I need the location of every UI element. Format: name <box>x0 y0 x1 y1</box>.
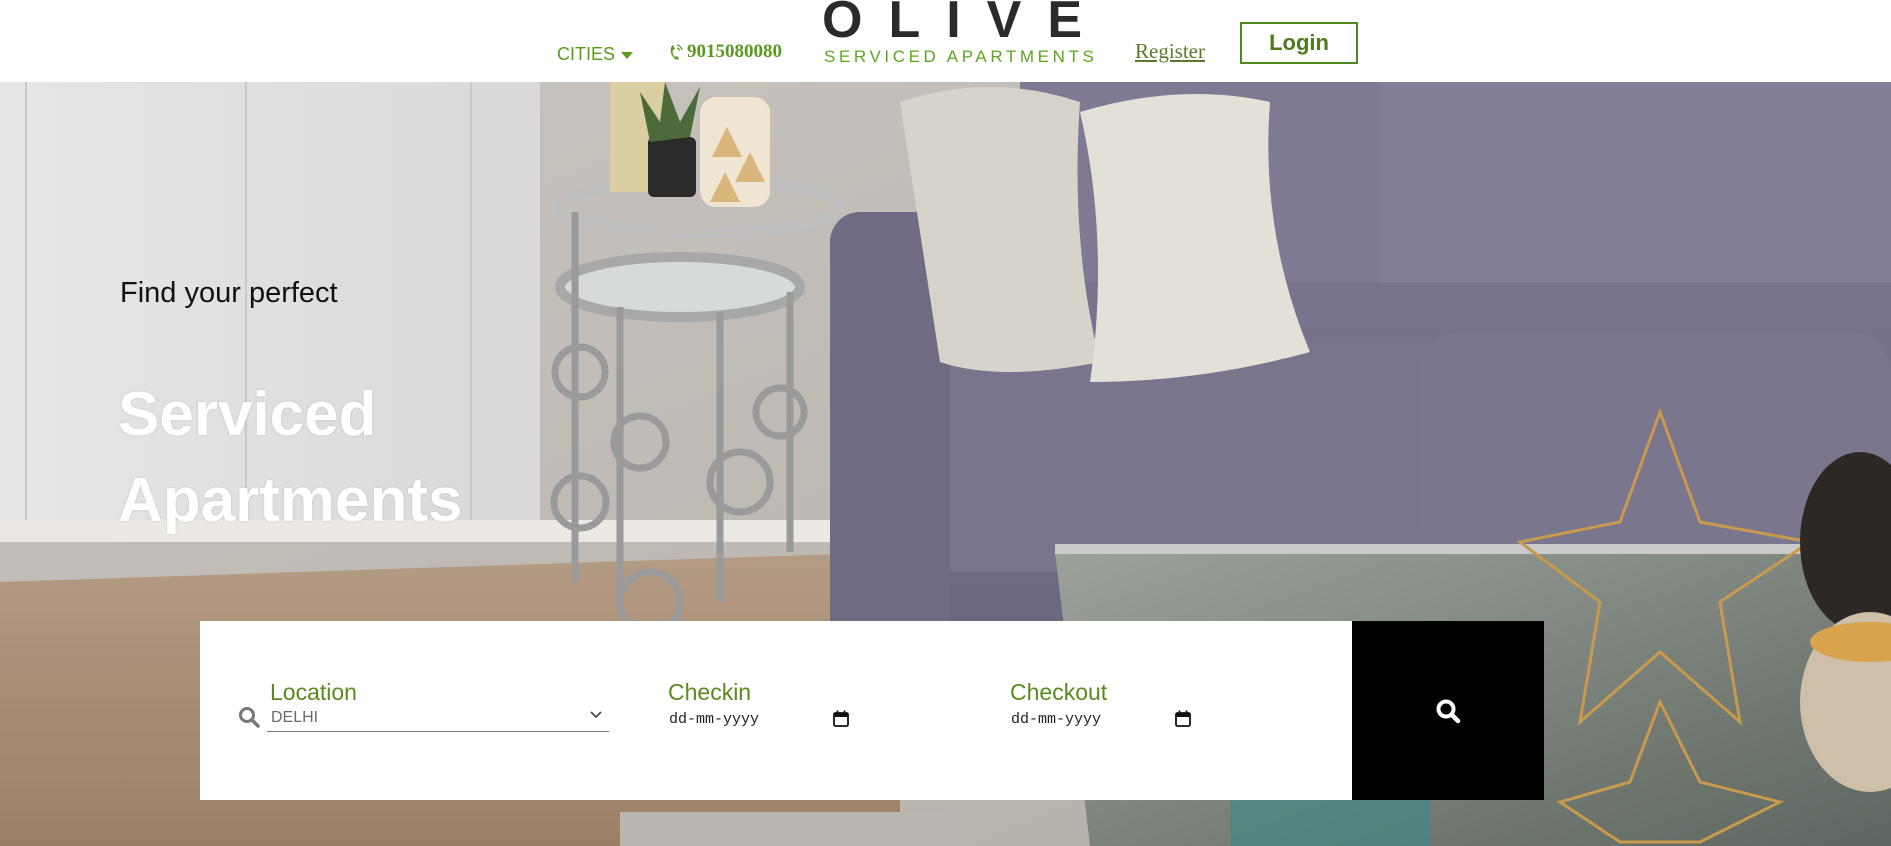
chevron-down-icon <box>590 711 602 719</box>
search-button[interactable] <box>1352 621 1544 800</box>
checkin-label: Checkin <box>668 679 752 705</box>
cities-label: CITIES <box>557 44 616 64</box>
phone-link[interactable]: 9015080080 <box>667 41 782 63</box>
calendar-icon[interactable] <box>1175 710 1191 727</box>
location-label: Location <box>270 679 357 705</box>
hero-kicker: Find your perfect <box>120 277 338 309</box>
register-link[interactable]: Register <box>1135 39 1205 64</box>
location-select[interactable]: DELHI <box>267 706 609 732</box>
cities-menu[interactable]: CITIES <box>557 44 634 65</box>
search-icon <box>239 707 260 728</box>
search-form: Location DELHI Checkin dd-mm-yyyy Checko… <box>200 621 1352 800</box>
hero-title-line1: Serviced <box>118 380 377 449</box>
calendar-icon[interactable] <box>833 710 849 727</box>
hero-title: Serviced Apartments <box>118 372 463 544</box>
hero-title-line2: Apartments <box>118 466 463 535</box>
phone-number: 9015080080 <box>687 41 782 62</box>
checkin-date-input[interactable]: dd-mm-yyyy <box>669 708 849 732</box>
logo-tagline: SERVICED APARTMENTS <box>824 47 1098 66</box>
logo-wordmark: OLIVE <box>822 0 1109 49</box>
search-icon <box>1436 699 1461 723</box>
site-header: CITIES 9015080080 OLIVE SERVICED APARTME… <box>0 0 1891 82</box>
checkout-date-input[interactable]: dd-mm-yyyy <box>1011 708 1191 732</box>
checkout-label: Checkout <box>1010 679 1108 705</box>
checkin-placeholder: dd-mm-yyyy <box>669 711 760 728</box>
checkout-placeholder: dd-mm-yyyy <box>1011 711 1102 728</box>
login-button[interactable]: Login <box>1240 22 1358 64</box>
location-value: DELHI <box>271 709 319 726</box>
caret-down-icon <box>621 52 634 59</box>
olive-logo[interactable]: OLIVE SERVICED APARTMENTS <box>822 0 1109 70</box>
phone-icon <box>670 44 683 60</box>
